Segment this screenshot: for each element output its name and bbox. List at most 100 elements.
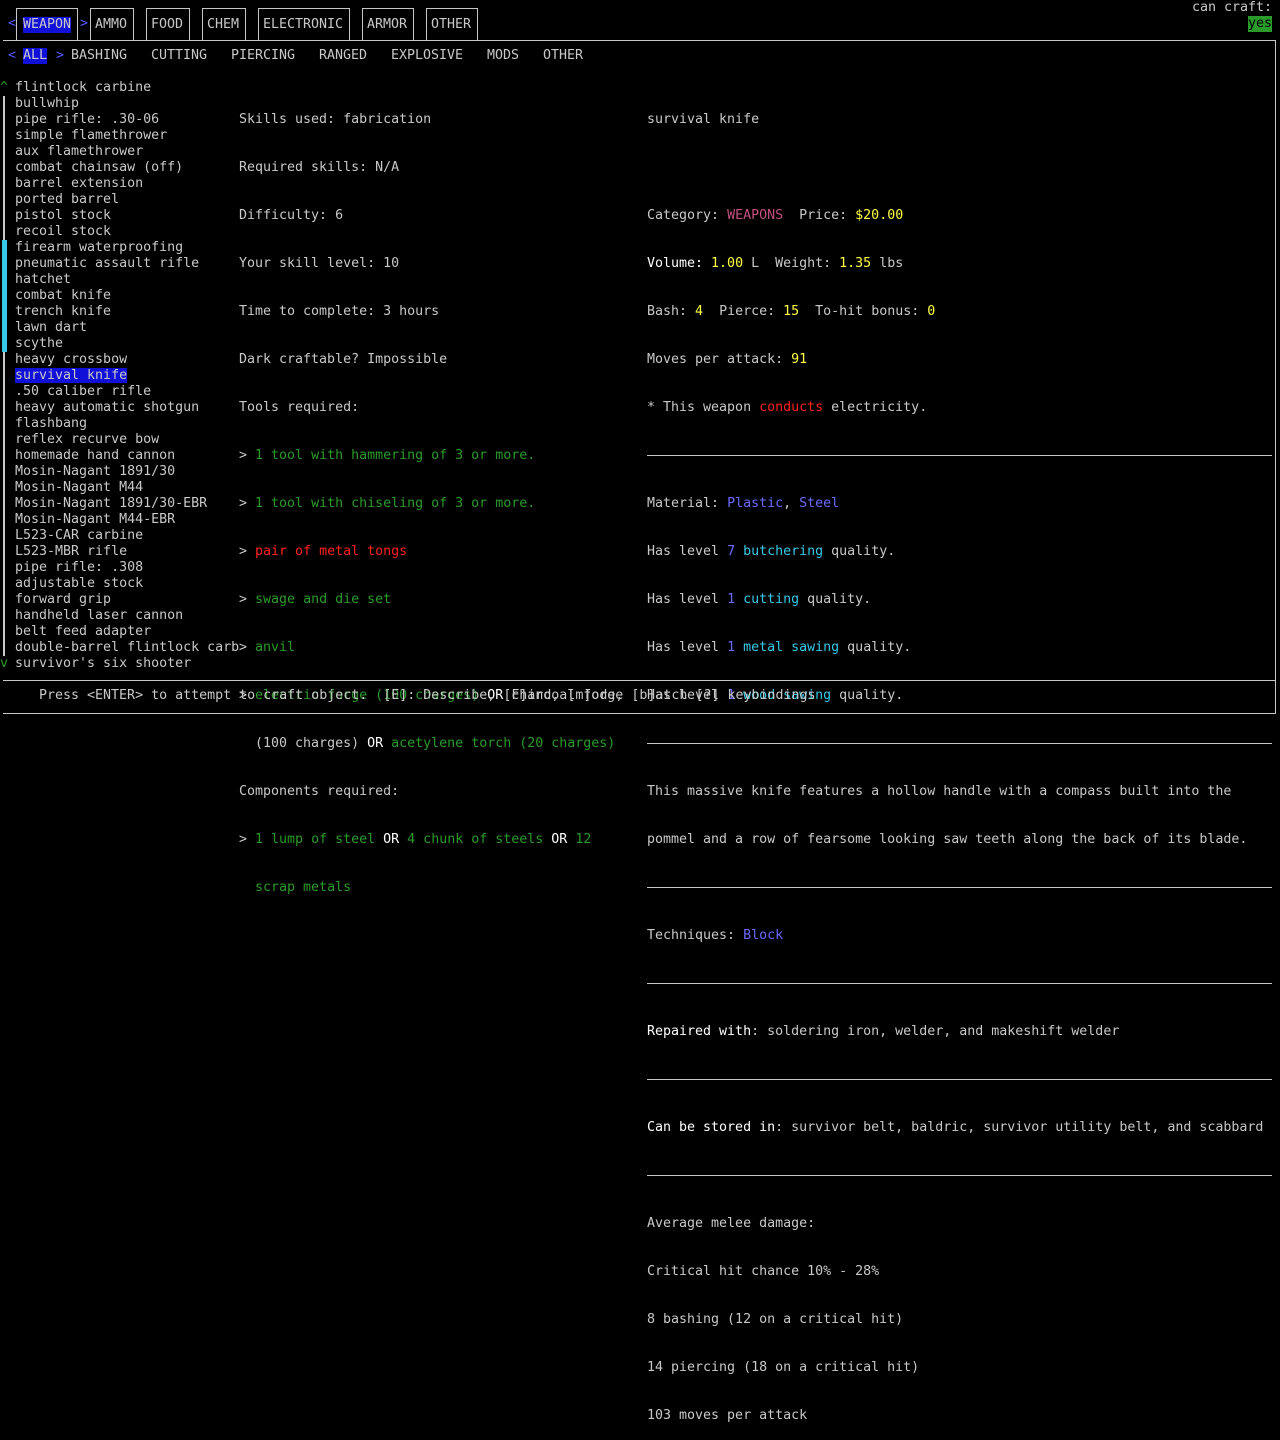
tab-right-arrow[interactable]: >	[80, 16, 88, 32]
recipe-list-item[interactable]: lawn dart	[15, 320, 235, 336]
scroll-down-arrow[interactable]: v	[0, 656, 8, 672]
recipe-list-item[interactable]: bullwhip	[15, 96, 235, 112]
item-name: survival knife	[647, 112, 760, 127]
tab-ammo[interactable]: AMMO	[90, 8, 134, 41]
damage-stats: Bash: 4 Pierce: 15 To-hit bonus: 0	[647, 304, 936, 319]
recipe-list-item[interactable]: combat knife	[15, 288, 235, 304]
footer-hint: Press <ENTER> to attempt to craft object…	[39, 688, 816, 703]
quality-row: Has level 1 metal sawing quality.	[647, 640, 912, 655]
components-header: Components required:	[239, 784, 400, 799]
recipe-list-item[interactable]: hatchet	[15, 272, 235, 288]
recipe-list-item[interactable]: survivor's six shooter	[15, 656, 235, 672]
recipe-list-item[interactable]: aux flamethrower	[15, 144, 235, 160]
tab-left-arrow[interactable]: <	[8, 16, 16, 32]
recipe-list-item[interactable]: Mosin-Nagant 1891/30	[15, 464, 235, 480]
category-price: Category: WEAPONS Price: $20.00	[647, 208, 904, 223]
recipe-list-item[interactable]: Mosin-Nagant M44-EBR	[15, 512, 235, 528]
recipe-list-item[interactable]: belt feed adapter	[15, 624, 235, 640]
tool-row: > pair of metal tongs	[239, 544, 408, 559]
tool-row-cont: (100 charges) OR acetylene torch (20 cha…	[255, 736, 616, 751]
recipe-list-item[interactable]: Mosin-Nagant M44	[15, 480, 235, 496]
recipe-list-item[interactable]: heavy crossbow	[15, 352, 235, 368]
subtab-mods[interactable]: MODS	[487, 48, 519, 64]
recipe-list-item[interactable]: L523-CAR carbine	[15, 528, 235, 544]
recipe-list-item[interactable]: forward grip	[15, 592, 235, 608]
recipe-list-item[interactable]: pipe rifle: .30-06	[15, 112, 235, 128]
recipe-list-item[interactable]: pipe rifle: .308	[15, 560, 235, 576]
recipe-list-item[interactable]: ported barrel	[15, 192, 235, 208]
scrollbar-thumb[interactable]	[2, 240, 7, 352]
subtab-cutting[interactable]: CUTTING	[151, 48, 207, 64]
quality-row: Has level 7 butchering quality.	[647, 544, 896, 559]
recipe-list-item[interactable]: Mosin-Nagant 1891/30-EBR	[15, 496, 235, 512]
divider	[647, 887, 1272, 888]
divider	[647, 983, 1272, 984]
recipe-list-item[interactable]: barrel extension	[15, 176, 235, 192]
conducts-note: * This weapon conducts electricity.	[647, 400, 928, 415]
subtab-all[interactable]: ALL	[23, 48, 48, 64]
divider	[647, 1175, 1272, 1176]
item-info-panel: survival knife Category: WEAPONS Price: …	[647, 80, 1272, 1440]
dark-craftable: Dark craftable? Impossible	[239, 352, 448, 367]
recipe-list: flintlock carbine bullwhip pipe rifle: .30…	[15, 80, 239, 672]
techniques: Techniques: Block	[647, 928, 784, 943]
recipe-list-item[interactable]: flintlock carbine	[15, 80, 235, 96]
recipe-list-item[interactable]: heavy automatic shotgun	[15, 400, 235, 416]
time-to-complete: Time to complete: 3 hours	[239, 304, 440, 319]
recipe-list-item[interactable]: adjustable stock	[15, 576, 235, 592]
scroll-up-arrow[interactable]: ^	[0, 80, 8, 96]
subtab-other[interactable]: OTHER	[543, 48, 583, 64]
can-craft-value: yes	[1248, 16, 1273, 32]
tab-food[interactable]: FOOD	[146, 8, 190, 41]
recipe-list-item[interactable]: double-barrel flintlock carb	[15, 640, 239, 656]
tab-armor[interactable]: ARMOR	[362, 8, 414, 41]
divider	[647, 455, 1272, 456]
avg-melee-damage: Average melee damage:	[647, 1216, 816, 1231]
tools-header: Tools required:	[239, 400, 360, 415]
recipe-list-item[interactable]: combat chainsaw (off)	[15, 160, 235, 176]
recipe-list-item[interactable]: pneumatic assault rifle	[15, 256, 235, 272]
recipe-list-item[interactable]: handheld laser cannon	[15, 608, 235, 624]
tab-electronic[interactable]: ELECTRONIC	[258, 8, 350, 41]
moves-per-attack-melee: 103 moves per attack	[647, 1408, 808, 1423]
divider	[647, 743, 1272, 744]
recipe-list-item[interactable]: flashbang	[15, 416, 235, 432]
subtab-explosive[interactable]: EXPLOSIVE	[391, 48, 463, 64]
stored-in: Can be stored in: survivor belt, baldric…	[647, 1120, 1264, 1135]
bashing-damage: 8 bashing (12 on a critical hit)	[647, 1312, 904, 1327]
scrollbar-track	[3, 96, 5, 656]
quality-row: Has level 1 cutting quality.	[647, 592, 872, 607]
subtab-bashing[interactable]: BASHING	[71, 48, 127, 64]
recipe-list-item[interactable]: .50 caliber rifle	[15, 384, 235, 400]
recipe-list-item[interactable]: trench knife	[15, 304, 235, 320]
skill-level: Your skill level: 10	[239, 256, 400, 271]
subtab-left-arrow[interactable]: <	[8, 48, 16, 64]
recipe-list-item[interactable]: homemade hand cannon	[15, 448, 235, 464]
difficulty: Difficulty: 6	[239, 208, 344, 223]
tool-row: > anvil	[239, 640, 296, 655]
tab-chem[interactable]: CHEM	[202, 8, 246, 41]
tab-other[interactable]: OTHER	[426, 8, 478, 41]
crit-chance: Critical hit chance 10% - 28%	[647, 1264, 880, 1279]
recipe-list-item[interactable]: recoil stock	[15, 224, 235, 240]
subtab-right-arrow[interactable]: >	[56, 48, 64, 64]
footer-divider	[3, 680, 1275, 681]
tool-row: > 1 tool with chiseling of 3 or more.	[239, 496, 536, 511]
tool-row: > swage and die set	[239, 592, 392, 607]
recipe-list-item[interactable]: reflex recurve bow	[15, 432, 235, 448]
recipe-list-item[interactable]: survival knife	[15, 368, 235, 384]
can-craft-label: can craft:	[1192, 0, 1273, 15]
recipe-list-item[interactable]: scythe	[15, 336, 235, 352]
divider	[647, 1079, 1272, 1080]
recipe-list-item[interactable]: simple flamethrower	[15, 128, 235, 144]
recipe-list-item[interactable]: pistol stock	[15, 208, 235, 224]
recipe-list-item[interactable]: firearm waterproofing	[15, 240, 235, 256]
subtab-piercing[interactable]: PIERCING	[231, 48, 295, 64]
material: Material: Plastic, Steel	[647, 496, 840, 511]
skills-used: Skills used: fabrication	[239, 112, 432, 127]
component-row-cont: scrap metals	[255, 880, 352, 895]
repaired-with: Repaired with: soldering iron, welder, a…	[647, 1024, 1120, 1039]
subtab-ranged[interactable]: RANGED	[319, 48, 367, 64]
tab-weapon[interactable]: WEAPON	[16, 8, 78, 41]
recipe-list-item[interactable]: L523-MBR rifle	[15, 544, 235, 560]
